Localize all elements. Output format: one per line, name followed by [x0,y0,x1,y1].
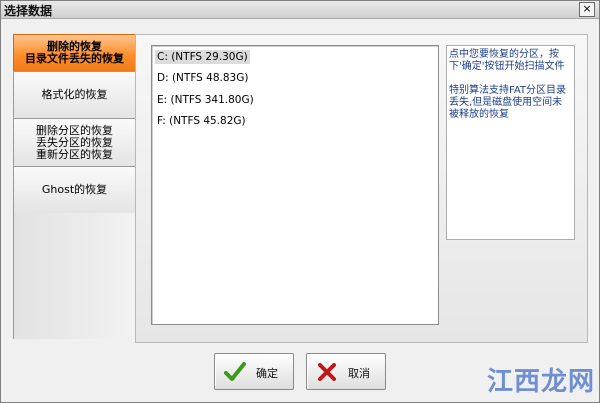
tab-strip-filler [13,213,135,339]
dialog-window: 选择数据 × 删除的恢复 目录文件丢失的恢复 格式化的恢复 删除分区的恢复 丢失… [0,0,600,403]
list-item-drive-f[interactable]: F: (NTFS 45.82G) [155,114,248,128]
ok-button[interactable]: 确定 [214,353,294,390]
close-button[interactable]: × [579,2,595,17]
help-text-instruction: 点中您要恢复的分区，按下'确定'按钮开始扫描文件 [449,49,565,72]
x-icon [318,363,336,381]
tab-label-line: 丢失分区的恢复 [36,135,113,149]
check-icon [224,362,246,381]
tab-deleted-recovery[interactable]: 删除的恢复 目录文件丢失的恢复 [13,34,135,72]
ok-button-label: 确定 [256,367,278,380]
tab-partition-recovery[interactable]: 删除分区的恢复 丢失分区的恢复 重新分区的恢复 [13,118,135,167]
tab-label-line: 目录文件丢失的恢复 [25,52,124,65]
tab-format-recovery[interactable]: 格式化的恢复 [13,71,135,119]
cancel-button-label: 取消 [348,367,370,380]
tab-ghost-recovery[interactable]: Ghost的恢复 [13,166,135,214]
tab-label-line: Ghost的恢复 [41,183,108,196]
tab-label-line: 删除分区的恢复 [36,123,113,137]
watermark: 江西龙网 [486,367,595,397]
window-title: 选择数据 [4,4,53,18]
list-item-drive-c[interactable]: C: (NTFS 29.30G) [155,50,250,64]
title-bar[interactable]: 选择数据 × [1,1,599,19]
help-text-feature: 特别算法支持FAT分区目录丢失,但是磁盘使用空间未被释放的恢复 [449,85,567,120]
tab-label-line: 重新分区的恢复 [36,147,113,161]
help-text-box: 点中您要恢复的分区，按下'确定'按钮开始扫描文件 特别算法支持FAT分区目录丢失… [446,45,575,240]
list-item-drive-e[interactable]: E: (NTFS 341.80G) [155,93,256,107]
close-icon: × [582,2,592,15]
tab-label-line: 格式化的恢复 [41,88,108,101]
cancel-button[interactable]: 取消 [306,353,386,390]
drive-list[interactable]: C: (NTFS 29.30G) D: (NTFS 48.83G) E: (NT… [151,45,439,325]
list-item-drive-d[interactable]: D: (NTFS 48.83G) [155,71,250,85]
